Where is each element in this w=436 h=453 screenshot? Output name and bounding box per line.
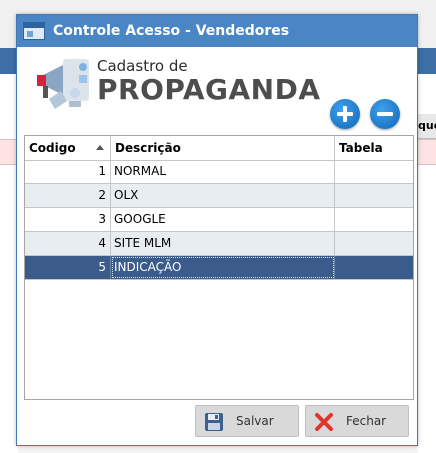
column-header-label: Tabela bbox=[339, 141, 383, 155]
background-column-header: que bbox=[418, 114, 436, 139]
title-bar[interactable]: Controle Acesso - Vendedores bbox=[17, 15, 417, 47]
close-button-label: Fechar bbox=[346, 414, 387, 428]
table-row[interactable]: 1 NORMAL bbox=[25, 160, 413, 184]
megaphone-icon bbox=[37, 59, 89, 109]
floppy-disk-icon bbox=[205, 413, 223, 431]
cell-codigo: 4 bbox=[25, 232, 111, 255]
cell-descricao: SITE MLM bbox=[111, 232, 335, 255]
cell-codigo: 2 bbox=[25, 184, 111, 207]
cell-tabela bbox=[335, 208, 413, 231]
save-button-label: Salvar bbox=[236, 414, 274, 428]
add-button[interactable] bbox=[330, 99, 360, 129]
propaganda-dialog: Controle Acesso - Vendedores Cadastro de… bbox=[16, 14, 418, 446]
cell-tabela bbox=[335, 160, 413, 183]
cell-tabela bbox=[335, 184, 413, 207]
cell-descricao: GOOGLE bbox=[111, 208, 335, 231]
column-header-label: Descrição bbox=[115, 141, 181, 155]
window-title: Controle Acesso - Vendedores bbox=[53, 23, 290, 39]
table-row[interactable]: 2 OLX bbox=[25, 184, 413, 208]
column-header-label: Codigo bbox=[29, 141, 76, 155]
cell-codigo: 1 bbox=[25, 160, 111, 183]
table-row[interactable]: 4 SITE MLM bbox=[25, 232, 413, 256]
background-row-highlight-right bbox=[418, 139, 436, 165]
remove-button[interactable] bbox=[370, 99, 400, 129]
cell-codigo: 5 bbox=[25, 256, 111, 279]
cell-tabela bbox=[335, 256, 413, 279]
close-icon bbox=[315, 413, 333, 431]
cell-descricao: OLX bbox=[111, 184, 335, 207]
grid-header: Codigo Descrição Tabela bbox=[25, 136, 413, 161]
sort-ascending-icon bbox=[96, 145, 104, 150]
column-header-tabela[interactable]: Tabela bbox=[335, 136, 413, 160]
header-title: PROPAGANDA bbox=[97, 73, 321, 106]
column-header-codigo[interactable]: Codigo bbox=[25, 136, 111, 160]
table-row-selected[interactable]: 5 INDICAÇÃO bbox=[25, 256, 413, 280]
column-header-descricao[interactable]: Descrição bbox=[111, 136, 335, 160]
close-button[interactable]: Fechar bbox=[305, 405, 409, 437]
propaganda-grid[interactable]: Codigo Descrição Tabela 1 NORMAL 2 OLX 3… bbox=[24, 135, 414, 400]
cell-descricao: INDICAÇÃO bbox=[111, 256, 335, 279]
cell-codigo: 3 bbox=[25, 208, 111, 231]
save-button[interactable]: Salvar bbox=[195, 405, 299, 437]
cell-tabela bbox=[335, 232, 413, 255]
cell-descricao: NORMAL bbox=[111, 160, 335, 183]
table-row[interactable]: 3 GOOGLE bbox=[25, 208, 413, 232]
window-app-icon bbox=[23, 22, 45, 40]
